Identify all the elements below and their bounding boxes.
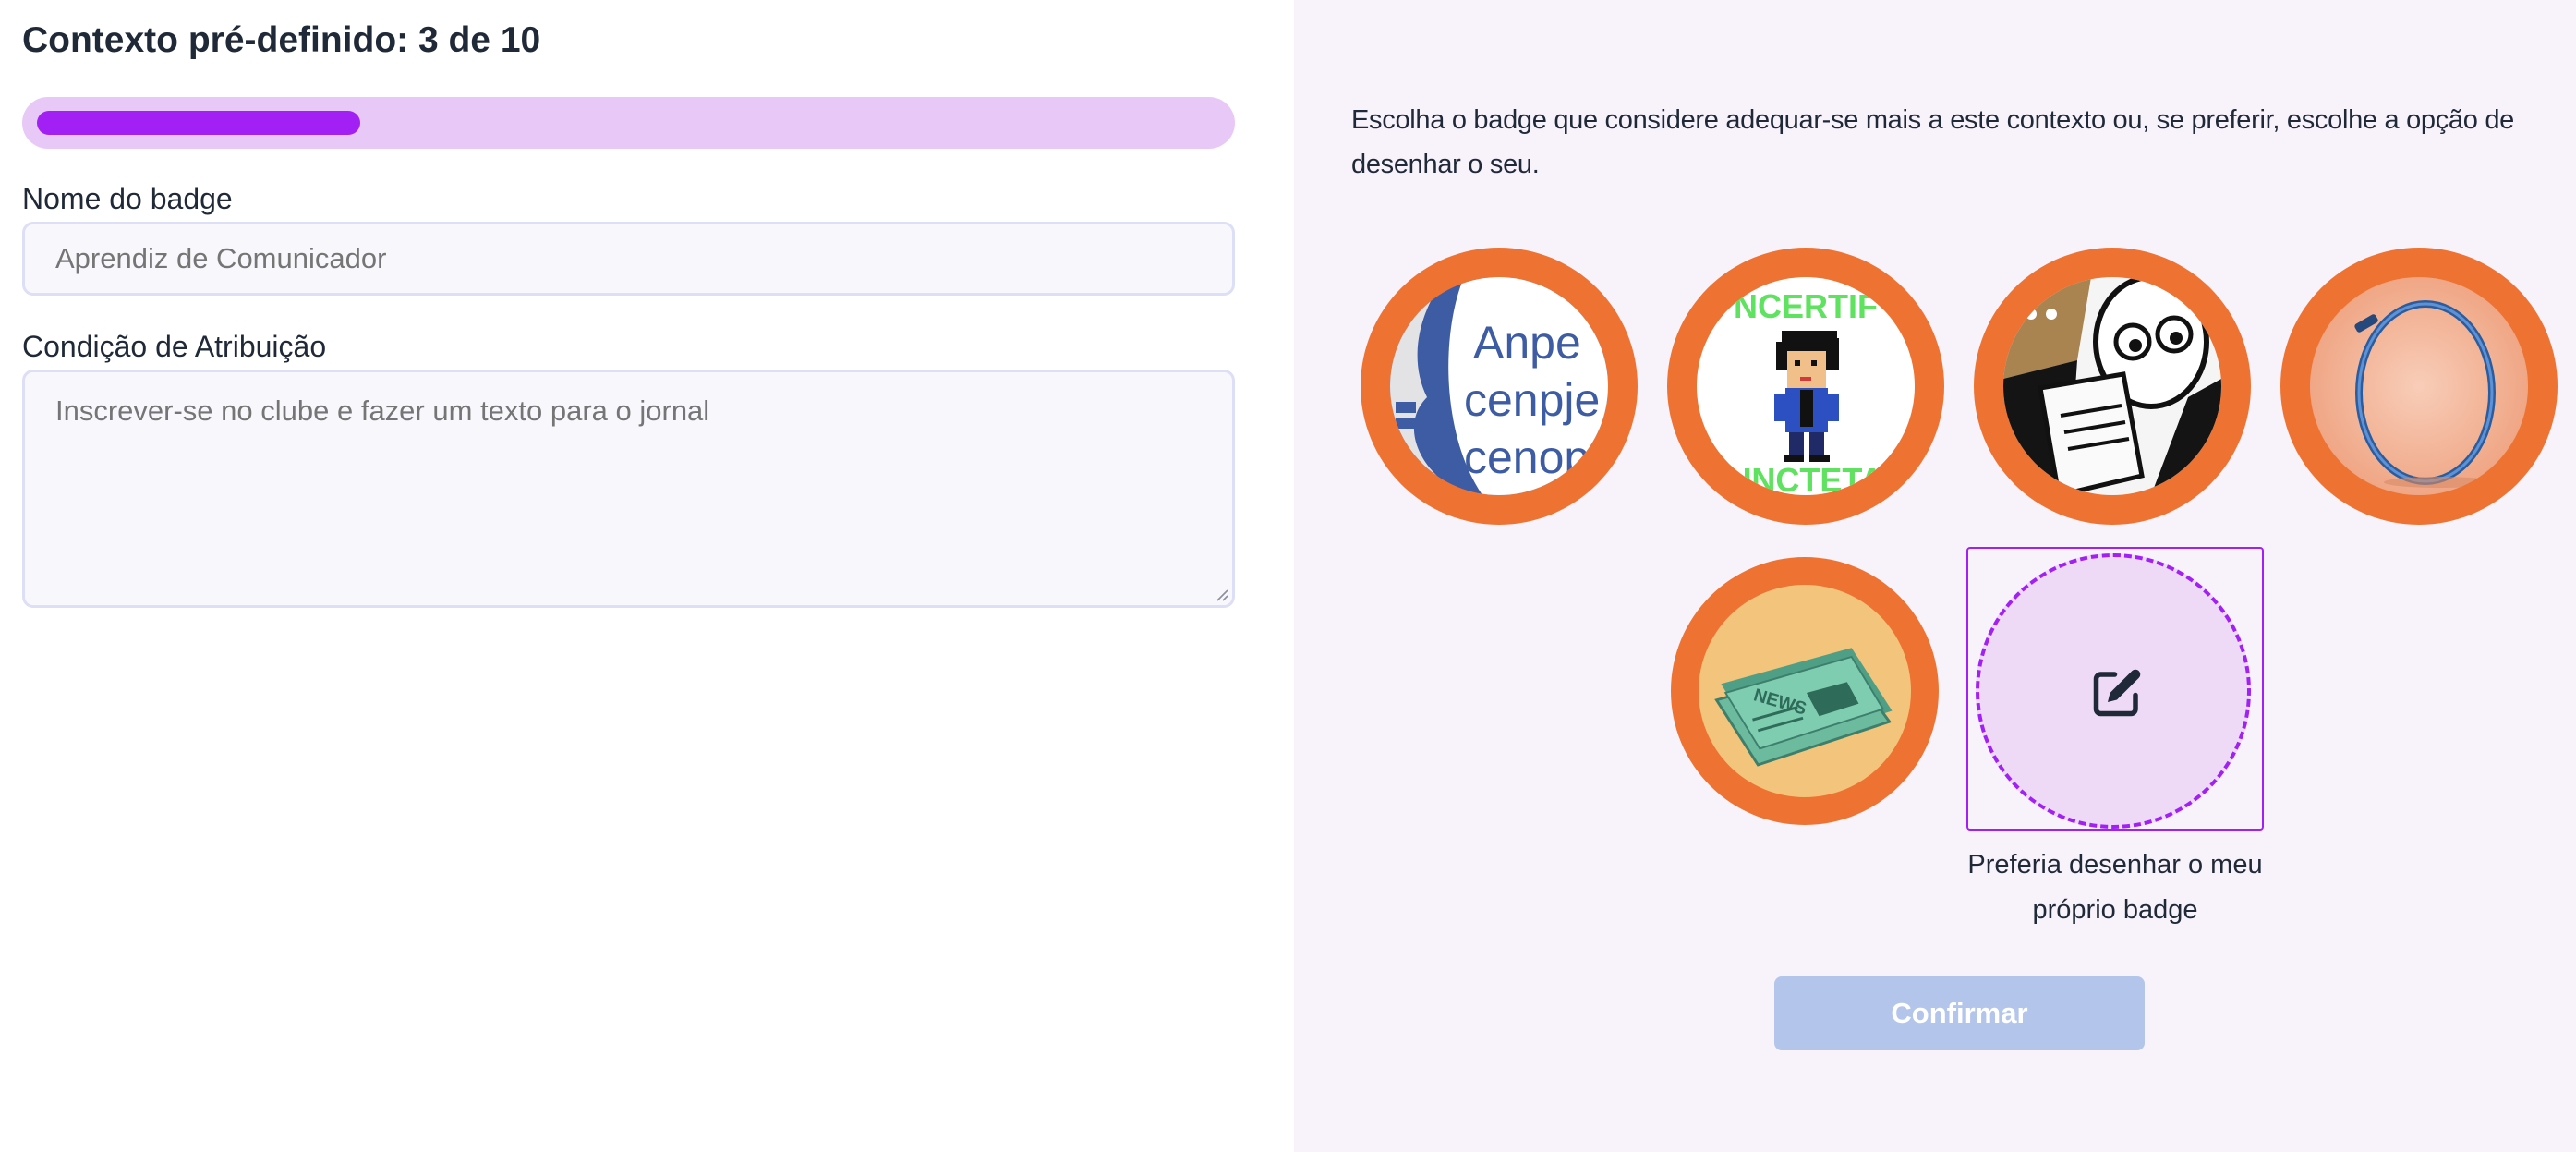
instructions-text: Escolha o badge que considere adequar-se… xyxy=(1351,105,2515,179)
badge-image: NCERTIF UNCTETA xyxy=(1697,277,1915,495)
badge-text-line1: Anpe xyxy=(1473,317,1581,369)
badge-image xyxy=(2003,277,2221,495)
draw-own-badge-option[interactable] xyxy=(1966,547,2264,831)
badge-option-ampersand[interactable]: Anpe cenpje cenop xyxy=(1361,248,1638,525)
condition-textarea[interactable] xyxy=(22,370,1235,608)
confirm-button[interactable]: Confirmar xyxy=(1774,976,2145,1050)
draw-circle xyxy=(1976,553,2251,829)
badge-image xyxy=(2310,277,2528,495)
badge-text-top: NCERTIF xyxy=(1734,287,1878,325)
badge-image: Anpe cenpje cenop xyxy=(1390,277,1608,495)
progress-bar xyxy=(22,97,1235,149)
edit-icon xyxy=(2093,669,2141,717)
badge-option-newspaper[interactable]: NEWS xyxy=(1671,557,1939,825)
form-panel: Contexto pré-definido: 3 de 10 Nome do b… xyxy=(0,0,1294,1152)
badge-text-line3: cenop xyxy=(1464,431,1590,483)
draw-own-badge-caption: Preferia desenhar o meu próprio badge xyxy=(1967,850,2263,925)
badge-option-reading-comic[interactable] xyxy=(1974,248,2251,525)
badge-image: NEWS xyxy=(1699,585,1911,797)
badge-option-blue-ring[interactable] xyxy=(2280,248,2558,525)
progress-fill xyxy=(37,111,360,135)
badge-name-label: Nome do badge xyxy=(22,182,233,215)
badge-option-pixel-character[interactable]: NCERTIF UNCTETA xyxy=(1667,248,1944,525)
badge-name-input[interactable] xyxy=(22,222,1235,296)
resize-handle-icon[interactable] xyxy=(1215,588,1228,601)
badge-text-line2: cenpje xyxy=(1464,374,1600,426)
page-title: Contexto pré-definido: 3 de 10 xyxy=(22,20,541,60)
condition-label: Condição de Atribuição xyxy=(22,330,327,363)
badge-text-bottom: UNCTETA xyxy=(1727,461,1883,495)
